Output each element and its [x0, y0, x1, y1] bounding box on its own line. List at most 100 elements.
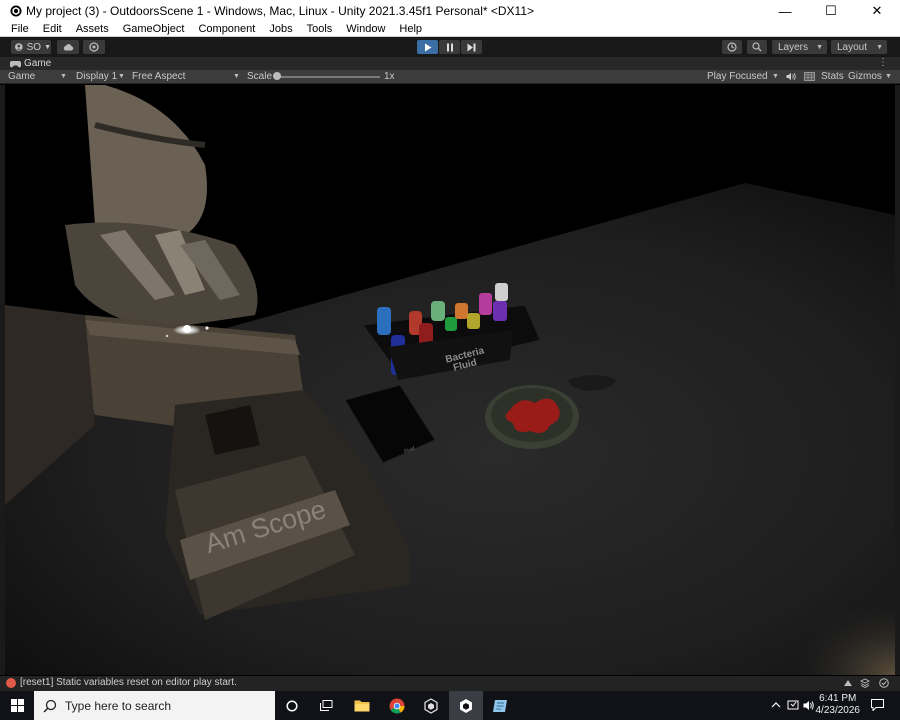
error-icon [6, 678, 16, 688]
collab-icon [89, 42, 99, 52]
layers-caret-icon: ▼ [816, 44, 823, 51]
view-dropdown[interactable]: Game [8, 71, 35, 82]
notifications-icon[interactable] [871, 699, 884, 711]
cloud-button[interactable] [57, 40, 79, 54]
chrome-icon [389, 698, 405, 713]
tab-game-label: Game [24, 58, 52, 69]
game-controller-icon [10, 60, 21, 67]
history-button[interactable] [722, 40, 742, 54]
windows-logo-icon [10, 699, 24, 712]
corner-light [605, 465, 895, 675]
file-explorer-button[interactable] [345, 691, 379, 720]
window-title: My project (3) - OutdoorsScene 1 - Windo… [26, 4, 535, 18]
scale-slider-track[interactable] [276, 76, 380, 78]
search-icon [43, 699, 57, 713]
view-caret-icon[interactable]: ▼ [60, 73, 67, 80]
search-icon [752, 42, 762, 52]
start-button[interactable] [0, 691, 34, 720]
menu-bar: File Edit Assets GameObject Component Jo… [0, 22, 900, 37]
step-button[interactable] [461, 40, 482, 54]
menu-help[interactable]: Help [392, 23, 429, 35]
layers-dropdown[interactable]: Layers ▼ [772, 40, 827, 54]
layers-label: Layers [778, 41, 809, 53]
right-panel-edge [895, 85, 900, 675]
menu-jobs[interactable]: Jobs [262, 23, 299, 35]
layout-dropdown[interactable]: Layout ▼ [831, 40, 887, 54]
scale-value: 1x [384, 71, 395, 82]
search-button[interactable] [747, 40, 767, 54]
scene-render: Am Scope Bacteria Fluid Fluid [5, 85, 895, 675]
tray-date: 4/23/2026 [815, 705, 861, 716]
pause-icon [446, 43, 453, 51]
task-view-icon [319, 700, 332, 711]
task-view-button[interactable] [309, 691, 343, 720]
game-tab-header: Game ⋮ [0, 57, 900, 70]
unity-logo-icon [10, 5, 22, 17]
aspect-dropdown[interactable]: Free Aspect [132, 71, 185, 82]
maximize-button[interactable]: ☐ [808, 0, 854, 22]
check-icon [879, 678, 889, 688]
game-view-toolbar: Game ▼ Display 1 ▼ Free Aspect ▼ Scale 1… [0, 70, 900, 84]
taskbar-search-box[interactable]: Type here to search [34, 691, 275, 720]
play-icon [424, 43, 431, 51]
tray-clock[interactable]: 6:41 PM 4/23/2026 [816, 693, 861, 717]
close-button[interactable]: ✕ [854, 0, 900, 22]
aspect-caret-icon[interactable]: ▼ [233, 73, 240, 80]
stats-toggle[interactable]: Stats [821, 71, 844, 82]
folder-icon [354, 700, 370, 712]
volume-icon[interactable] [803, 700, 815, 711]
account-label: SO [26, 41, 42, 53]
battery-icon[interactable] [787, 699, 799, 711]
menu-file[interactable]: File [4, 23, 36, 35]
history-icon [727, 42, 737, 52]
play-focused-dropdown[interactable]: Play Focused [707, 71, 768, 82]
show-hidden-icons-chevron[interactable] [771, 702, 781, 708]
unity-editor-button[interactable] [449, 691, 483, 720]
display-caret-icon[interactable]: ▼ [118, 73, 125, 80]
minimize-button[interactable]: — [762, 0, 808, 22]
tab-game[interactable]: Game [10, 58, 51, 69]
menu-gameobject[interactable]: GameObject [116, 23, 192, 35]
menu-edit[interactable]: Edit [36, 23, 69, 35]
cortana-button[interactable] [275, 691, 309, 720]
stats-grid-icon[interactable] [804, 72, 815, 81]
play-button[interactable] [417, 40, 438, 54]
collab-button[interactable] [83, 40, 105, 54]
menu-window[interactable]: Window [339, 23, 392, 35]
menu-component[interactable]: Component [191, 23, 262, 35]
console-status-bar[interactable]: [reset1] Static variables reset on edito… [0, 676, 900, 691]
more-options-icon[interactable]: ⋮ [878, 57, 888, 68]
cortana-icon [286, 699, 298, 712]
window-title-bar: My project (3) - OutdoorsScene 1 - Windo… [0, 0, 900, 22]
audio-icon[interactable] [786, 72, 797, 81]
gizmos-dropdown[interactable]: Gizmos [848, 71, 882, 82]
account-caret-icon: ▼ [44, 43, 51, 51]
chrome-button[interactable] [380, 691, 414, 720]
cloud-icon [63, 44, 73, 51]
console-message[interactable]: [reset1] Static variables reset on edito… [20, 677, 237, 688]
progress-icon [844, 680, 852, 686]
petri-dish [485, 385, 579, 449]
search-placeholder: Type here to search [65, 698, 172, 713]
main-toolbar: SO ▼ Layers ▼ Layout ▼ [0, 37, 900, 57]
layout-label: Layout [837, 41, 868, 53]
account-icon [15, 43, 23, 51]
notes-app-button[interactable] [483, 691, 517, 720]
display-dropdown[interactable]: Display 1 [76, 71, 117, 82]
menu-tools[interactable]: Tools [300, 23, 340, 35]
tray-time: 6:41 PM [819, 693, 857, 704]
notes-app-icon [493, 699, 507, 712]
windows-taskbar: Type here to search 6:41 PM 4/23/2026 [0, 691, 900, 720]
layout-caret-icon: ▼ [876, 44, 883, 51]
play-focused-caret-icon[interactable]: ▼ [772, 73, 779, 80]
scale-slider-thumb[interactable] [273, 72, 281, 80]
pause-button[interactable] [439, 40, 460, 54]
menu-assets[interactable]: Assets [69, 23, 116, 35]
unity-hub-button[interactable] [414, 691, 448, 720]
step-icon [467, 43, 476, 51]
gizmos-caret-icon[interactable]: ▼ [885, 73, 892, 80]
unity-editor-icon [460, 698, 472, 713]
game-viewport[interactable]: Am Scope Bacteria Fluid Fluid [5, 85, 895, 675]
scale-label: Scale [247, 71, 273, 82]
account-button[interactable]: SO ▼ [11, 40, 51, 54]
